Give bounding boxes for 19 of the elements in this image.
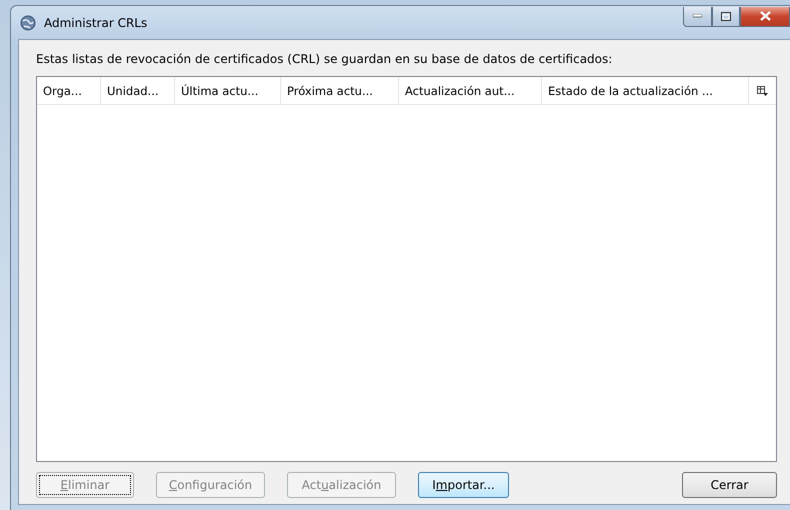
column-header[interactable]: Estado de la actualización ... [542, 77, 749, 104]
column-header[interactable]: Unidad... [101, 77, 175, 104]
close-dialog-button[interactable]: Cerrar [682, 472, 777, 498]
description-text: Estas listas de revocación de certificados (CRL) se guardan en su base de datos de certificados: [36, 52, 614, 66]
globe-icon [20, 14, 36, 30]
column-header[interactable]: Orga... [37, 77, 101, 104]
window-title: Administrar CRLs [44, 16, 148, 30]
column-header[interactable]: Última actu... [175, 77, 281, 104]
column-header[interactable]: Actualización aut... [399, 77, 542, 104]
minimize-button[interactable] [683, 6, 712, 26]
minimize-icon [693, 14, 702, 18]
maximize-icon [721, 12, 731, 20]
action-button[interactable]: Importar... [418, 472, 509, 498]
crl-list[interactable]: Orga... Unidad... Última actu... Próxima actu... Actualización aut... Estado de la actualización ... [36, 76, 777, 462]
close-button[interactable] [740, 6, 790, 26]
maximize-button[interactable] [712, 6, 740, 26]
column-header[interactable]: Próxima actu... [281, 77, 399, 104]
column-picker-icon[interactable] [757, 86, 768, 96]
close-icon [760, 11, 770, 21]
